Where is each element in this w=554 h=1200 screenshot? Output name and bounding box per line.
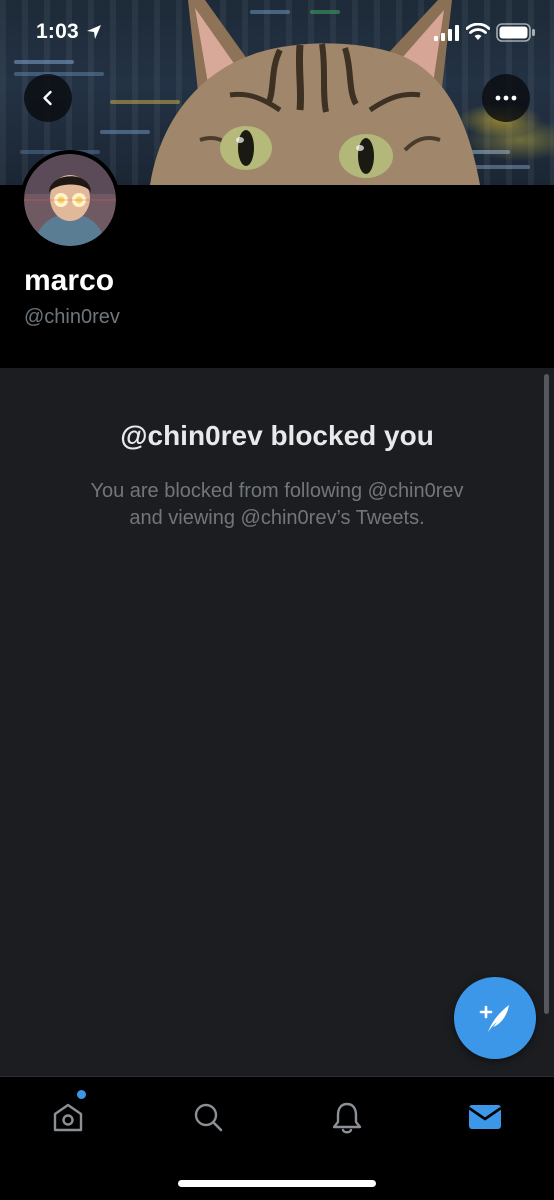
avatar-photo	[24, 154, 116, 246]
status-time: 1:03	[36, 20, 79, 43]
scrollbar[interactable]	[544, 374, 549, 1014]
search-icon	[194, 1103, 223, 1132]
more-options-button[interactable]	[482, 74, 530, 122]
compose-tweet-button[interactable]	[454, 977, 536, 1059]
bell-icon	[332, 1102, 362, 1134]
nav-search[interactable]	[188, 1097, 228, 1137]
profile-name: marco	[24, 264, 115, 297]
profile-handle: @chin0rev	[24, 306, 120, 328]
blocked-description-line: and viewing @chin0rev’s Tweets.	[129, 507, 425, 529]
blocked-description: You are blocked from following @chin0rev…	[0, 478, 554, 532]
status-bar: 1:03	[0, 0, 554, 66]
chevron-left-icon	[43, 90, 52, 106]
nav-messages[interactable]	[465, 1097, 505, 1137]
cellular-signal-icon	[434, 25, 459, 41]
nav-notifications[interactable]	[327, 1097, 367, 1137]
mail-icon	[468, 1105, 502, 1129]
blocked-description-line: You are blocked from following @chin0rev	[90, 480, 464, 502]
more-horizontal-icon	[495, 95, 517, 101]
battery-icon	[496, 23, 535, 42]
home-indicator[interactable]	[178, 1180, 376, 1187]
compose-tweet-icon	[479, 1005, 509, 1032]
home-icon	[53, 1103, 83, 1132]
location-arrow-icon	[87, 25, 101, 39]
profile-screen: 1:03 marco @chin0rev @chin0rev blocked y…	[0, 0, 554, 1200]
back-button[interactable]	[24, 74, 72, 122]
wifi-icon	[466, 23, 490, 40]
nav-home[interactable]	[48, 1097, 88, 1137]
blocked-title: @chin0rev blocked you	[120, 420, 434, 451]
avatar[interactable]	[20, 150, 120, 250]
home-unread-dot	[77, 1090, 86, 1099]
blocked-panel	[0, 368, 554, 1076]
